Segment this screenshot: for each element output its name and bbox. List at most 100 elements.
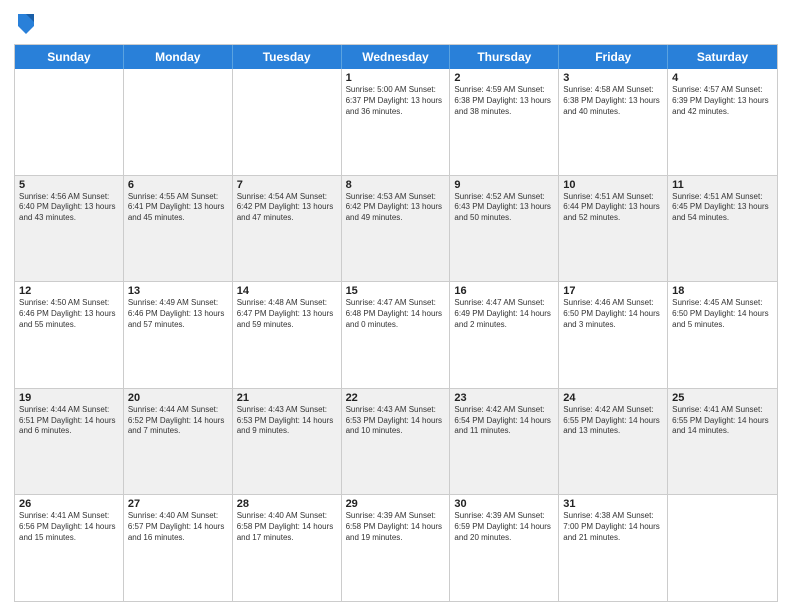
calendar-cell-r1-c1: 6Sunrise: 4:55 AM Sunset: 6:41 PM Daylig… (124, 176, 233, 282)
weekday-header-saturday: Saturday (668, 45, 777, 69)
cell-day-number: 23 (454, 392, 554, 404)
calendar-cell-r4-c1: 27Sunrise: 4:40 AM Sunset: 6:57 PM Dayli… (124, 495, 233, 601)
calendar-cell-r4-c0: 26Sunrise: 4:41 AM Sunset: 6:56 PM Dayli… (15, 495, 124, 601)
cell-info-text: Sunrise: 4:47 AM Sunset: 6:48 PM Dayligh… (346, 298, 446, 330)
calendar-cell-r2-c0: 12Sunrise: 4:50 AM Sunset: 6:46 PM Dayli… (15, 282, 124, 388)
calendar-cell-r1-c6: 11Sunrise: 4:51 AM Sunset: 6:45 PM Dayli… (668, 176, 777, 282)
cell-day-number: 6 (128, 179, 228, 191)
page: SundayMondayTuesdayWednesdayThursdayFrid… (0, 0, 792, 612)
cell-day-number: 15 (346, 285, 446, 297)
cell-day-number: 3 (563, 72, 663, 84)
cell-day-number: 31 (563, 498, 663, 510)
calendar-cell-r2-c1: 13Sunrise: 4:49 AM Sunset: 6:46 PM Dayli… (124, 282, 233, 388)
cell-info-text: Sunrise: 4:58 AM Sunset: 6:38 PM Dayligh… (563, 85, 663, 117)
cell-day-number: 27 (128, 498, 228, 510)
calendar-cell-r1-c5: 10Sunrise: 4:51 AM Sunset: 6:44 PM Dayli… (559, 176, 668, 282)
cell-info-text: Sunrise: 4:41 AM Sunset: 6:56 PM Dayligh… (19, 511, 119, 543)
cell-info-text: Sunrise: 4:51 AM Sunset: 6:44 PM Dayligh… (563, 192, 663, 224)
logo (14, 10, 42, 38)
weekday-header-friday: Friday (559, 45, 668, 69)
cell-info-text: Sunrise: 4:49 AM Sunset: 6:46 PM Dayligh… (128, 298, 228, 330)
calendar-cell-r3-c0: 19Sunrise: 4:44 AM Sunset: 6:51 PM Dayli… (15, 389, 124, 495)
cell-day-number: 2 (454, 72, 554, 84)
cell-day-number: 16 (454, 285, 554, 297)
cell-info-text: Sunrise: 4:57 AM Sunset: 6:39 PM Dayligh… (672, 85, 773, 117)
cell-day-number: 13 (128, 285, 228, 297)
calendar-cell-r3-c2: 21Sunrise: 4:43 AM Sunset: 6:53 PM Dayli… (233, 389, 342, 495)
cell-day-number: 25 (672, 392, 773, 404)
cell-info-text: Sunrise: 4:51 AM Sunset: 6:45 PM Dayligh… (672, 192, 773, 224)
calendar-cell-r4-c4: 30Sunrise: 4:39 AM Sunset: 6:59 PM Dayli… (450, 495, 559, 601)
cell-info-text: Sunrise: 4:48 AM Sunset: 6:47 PM Dayligh… (237, 298, 337, 330)
cell-info-text: Sunrise: 4:47 AM Sunset: 6:49 PM Dayligh… (454, 298, 554, 330)
cell-info-text: Sunrise: 4:55 AM Sunset: 6:41 PM Dayligh… (128, 192, 228, 224)
cell-info-text: Sunrise: 4:40 AM Sunset: 6:58 PM Dayligh… (237, 511, 337, 543)
cell-day-number: 12 (19, 285, 119, 297)
cell-info-text: Sunrise: 4:45 AM Sunset: 6:50 PM Dayligh… (672, 298, 773, 330)
cell-day-number: 21 (237, 392, 337, 404)
cell-info-text: Sunrise: 4:42 AM Sunset: 6:54 PM Dayligh… (454, 405, 554, 437)
calendar-cell-r2-c6: 18Sunrise: 4:45 AM Sunset: 6:50 PM Dayli… (668, 282, 777, 388)
logo-icon (14, 10, 38, 38)
cell-day-number: 18 (672, 285, 773, 297)
weekday-header-sunday: Sunday (15, 45, 124, 69)
calendar-cell-r3-c4: 23Sunrise: 4:42 AM Sunset: 6:54 PM Dayli… (450, 389, 559, 495)
calendar-cell-r3-c1: 20Sunrise: 4:44 AM Sunset: 6:52 PM Dayli… (124, 389, 233, 495)
cell-day-number: 8 (346, 179, 446, 191)
cell-info-text: Sunrise: 4:52 AM Sunset: 6:43 PM Dayligh… (454, 192, 554, 224)
cell-day-number: 17 (563, 285, 663, 297)
calendar-cell-r2-c2: 14Sunrise: 4:48 AM Sunset: 6:47 PM Dayli… (233, 282, 342, 388)
cell-day-number: 29 (346, 498, 446, 510)
calendar-cell-r4-c3: 29Sunrise: 4:39 AM Sunset: 6:58 PM Dayli… (342, 495, 451, 601)
cell-day-number: 22 (346, 392, 446, 404)
calendar-row-1: 5Sunrise: 4:56 AM Sunset: 6:40 PM Daylig… (15, 175, 777, 282)
calendar-row-4: 26Sunrise: 4:41 AM Sunset: 6:56 PM Dayli… (15, 494, 777, 601)
calendar-cell-r0-c3: 1Sunrise: 5:00 AM Sunset: 6:37 PM Daylig… (342, 69, 451, 175)
calendar-cell-r0-c0 (15, 69, 124, 175)
calendar-cell-r1-c3: 8Sunrise: 4:53 AM Sunset: 6:42 PM Daylig… (342, 176, 451, 282)
calendar-cell-r2-c3: 15Sunrise: 4:47 AM Sunset: 6:48 PM Dayli… (342, 282, 451, 388)
cell-day-number: 11 (672, 179, 773, 191)
calendar-header: SundayMondayTuesdayWednesdayThursdayFrid… (15, 45, 777, 69)
calendar-cell-r3-c6: 25Sunrise: 4:41 AM Sunset: 6:55 PM Dayli… (668, 389, 777, 495)
calendar-cell-r2-c5: 17Sunrise: 4:46 AM Sunset: 6:50 PM Dayli… (559, 282, 668, 388)
calendar-cell-r0-c4: 2Sunrise: 4:59 AM Sunset: 6:38 PM Daylig… (450, 69, 559, 175)
calendar: SundayMondayTuesdayWednesdayThursdayFrid… (14, 44, 778, 602)
weekday-header-monday: Monday (124, 45, 233, 69)
calendar-cell-r1-c2: 7Sunrise: 4:54 AM Sunset: 6:42 PM Daylig… (233, 176, 342, 282)
calendar-cell-r2-c4: 16Sunrise: 4:47 AM Sunset: 6:49 PM Dayli… (450, 282, 559, 388)
cell-info-text: Sunrise: 4:46 AM Sunset: 6:50 PM Dayligh… (563, 298, 663, 330)
cell-day-number: 30 (454, 498, 554, 510)
calendar-row-2: 12Sunrise: 4:50 AM Sunset: 6:46 PM Dayli… (15, 281, 777, 388)
cell-day-number: 4 (672, 72, 773, 84)
cell-info-text: Sunrise: 4:43 AM Sunset: 6:53 PM Dayligh… (346, 405, 446, 437)
calendar-row-0: 1Sunrise: 5:00 AM Sunset: 6:37 PM Daylig… (15, 69, 777, 175)
cell-info-text: Sunrise: 4:56 AM Sunset: 6:40 PM Dayligh… (19, 192, 119, 224)
cell-info-text: Sunrise: 4:50 AM Sunset: 6:46 PM Dayligh… (19, 298, 119, 330)
calendar-cell-r0-c5: 3Sunrise: 4:58 AM Sunset: 6:38 PM Daylig… (559, 69, 668, 175)
header (14, 10, 778, 38)
cell-info-text: Sunrise: 5:00 AM Sunset: 6:37 PM Dayligh… (346, 85, 446, 117)
cell-day-number: 9 (454, 179, 554, 191)
calendar-cell-r1-c4: 9Sunrise: 4:52 AM Sunset: 6:43 PM Daylig… (450, 176, 559, 282)
weekday-header-tuesday: Tuesday (233, 45, 342, 69)
calendar-cell-r0-c1 (124, 69, 233, 175)
weekday-header-wednesday: Wednesday (342, 45, 451, 69)
cell-info-text: Sunrise: 4:44 AM Sunset: 6:51 PM Dayligh… (19, 405, 119, 437)
cell-info-text: Sunrise: 4:41 AM Sunset: 6:55 PM Dayligh… (672, 405, 773, 437)
cell-day-number: 24 (563, 392, 663, 404)
cell-info-text: Sunrise: 4:54 AM Sunset: 6:42 PM Dayligh… (237, 192, 337, 224)
calendar-cell-r4-c5: 31Sunrise: 4:38 AM Sunset: 7:00 PM Dayli… (559, 495, 668, 601)
cell-info-text: Sunrise: 4:38 AM Sunset: 7:00 PM Dayligh… (563, 511, 663, 543)
cell-day-number: 20 (128, 392, 228, 404)
calendar-row-3: 19Sunrise: 4:44 AM Sunset: 6:51 PM Dayli… (15, 388, 777, 495)
cell-day-number: 5 (19, 179, 119, 191)
calendar-cell-r0-c6: 4Sunrise: 4:57 AM Sunset: 6:39 PM Daylig… (668, 69, 777, 175)
cell-info-text: Sunrise: 4:42 AM Sunset: 6:55 PM Dayligh… (563, 405, 663, 437)
cell-info-text: Sunrise: 4:59 AM Sunset: 6:38 PM Dayligh… (454, 85, 554, 117)
calendar-cell-r0-c2 (233, 69, 342, 175)
cell-info-text: Sunrise: 4:39 AM Sunset: 6:59 PM Dayligh… (454, 511, 554, 543)
calendar-cell-r4-c2: 28Sunrise: 4:40 AM Sunset: 6:58 PM Dayli… (233, 495, 342, 601)
calendar-cell-r1-c0: 5Sunrise: 4:56 AM Sunset: 6:40 PM Daylig… (15, 176, 124, 282)
cell-day-number: 19 (19, 392, 119, 404)
